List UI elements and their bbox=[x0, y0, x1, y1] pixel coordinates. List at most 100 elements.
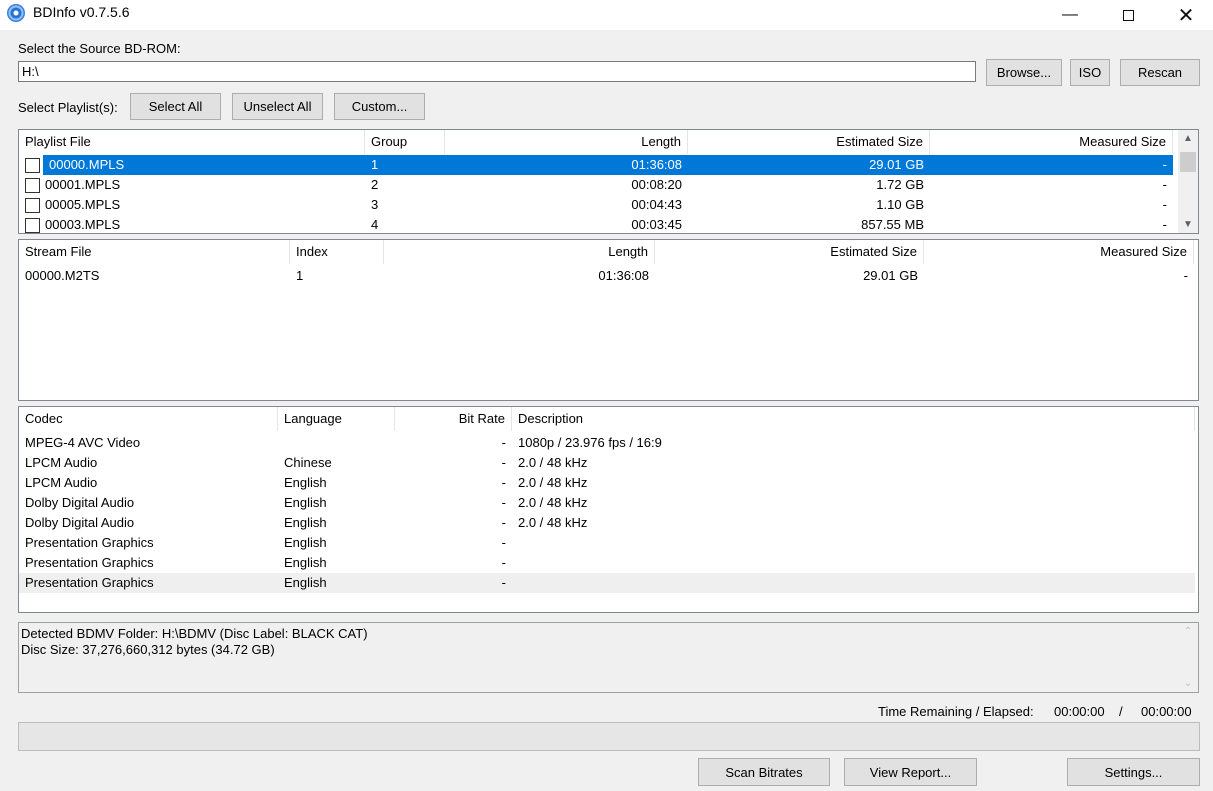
codec-language: English bbox=[284, 575, 327, 590]
scroll-up-icon[interactable]: ▲ bbox=[1178, 130, 1198, 147]
codec-row[interactable]: LPCM Audio English - 2.0 / 48 kHz bbox=[19, 473, 1195, 493]
codec-bit-rate: - bbox=[501, 575, 506, 590]
col-measured-size[interactable]: Measured Size bbox=[924, 240, 1194, 264]
col-language[interactable]: Language bbox=[278, 407, 395, 431]
iso-button[interactable]: ISO bbox=[1070, 59, 1110, 86]
playlist-group: 1 bbox=[365, 155, 445, 175]
stream-row[interactable]: 00000.M2TS 1 01:36:08 29.01 GB - bbox=[19, 266, 1194, 286]
time-status-label: Time Remaining / Elapsed: bbox=[878, 704, 1034, 719]
playlist-row[interactable]: 00005.MPLS 3 00:04:43 1.10 GB - bbox=[19, 195, 1173, 215]
codec-row[interactable]: Presentation Graphics English - bbox=[19, 573, 1195, 593]
info-line: Disc Size: 37,276,660,312 bytes (34.72 G… bbox=[21, 642, 275, 657]
codec-language: English bbox=[284, 535, 327, 550]
playlist-file: 00001.MPLS bbox=[45, 177, 121, 192]
playlist-checkbox[interactable] bbox=[25, 218, 40, 233]
codec-description bbox=[512, 533, 1195, 553]
scroll-down-icon[interactable]: ▼ bbox=[1178, 216, 1198, 233]
codec-bit-rate: - bbox=[501, 555, 506, 570]
col-playlist-file[interactable]: Playlist File bbox=[19, 130, 365, 154]
col-index[interactable]: Index bbox=[290, 240, 384, 264]
playlist-estimated-size: 857.55 MB bbox=[861, 217, 924, 232]
scan-bitrates-button[interactable]: Scan Bitrates bbox=[698, 758, 830, 786]
playlist-checkbox[interactable] bbox=[25, 198, 40, 213]
time-separator: / bbox=[1119, 704, 1123, 719]
codec-bit-rate: - bbox=[501, 455, 506, 470]
codec-language: English bbox=[284, 515, 327, 530]
codec-description bbox=[512, 553, 1195, 573]
codec-name: LPCM Audio bbox=[25, 475, 98, 490]
browse-button[interactable]: Browse... bbox=[986, 59, 1062, 86]
codec-bit-rate: - bbox=[501, 435, 506, 450]
codec-language bbox=[278, 433, 395, 453]
maximize-button[interactable] bbox=[1099, 0, 1157, 30]
scroll-down-icon[interactable]: ⌄ bbox=[1178, 675, 1198, 692]
col-measured-size[interactable]: Measured Size bbox=[930, 130, 1173, 154]
playlist-measured-size: - bbox=[1162, 217, 1167, 232]
stream-index: 1 bbox=[296, 268, 304, 283]
col-estimated-size[interactable]: Estimated Size bbox=[688, 130, 930, 154]
codec-bit-rate: - bbox=[501, 475, 506, 490]
col-stream-file[interactable]: Stream File bbox=[19, 240, 290, 264]
playlist-length: 00:08:20 bbox=[631, 177, 682, 192]
scroll-up-icon[interactable]: ⌃ bbox=[1178, 623, 1198, 640]
playlist-checkbox[interactable] bbox=[25, 178, 40, 193]
codec-row[interactable]: MPEG-4 AVC Video - 1080p / 23.976 fps / … bbox=[19, 433, 1195, 453]
col-bit-rate[interactable]: Bit Rate bbox=[395, 407, 512, 431]
playlist-measured-size: - bbox=[1162, 177, 1167, 192]
stream-list[interactable]: Stream File Index Length Estimated Size … bbox=[18, 239, 1199, 401]
codec-language: Chinese bbox=[284, 455, 332, 470]
close-icon: ✕ bbox=[1177, 4, 1195, 27]
col-group[interactable]: Group bbox=[365, 130, 445, 154]
playlist-file: 00005.MPLS bbox=[45, 197, 121, 212]
window-title: BDInfo v0.7.5.6 bbox=[33, 4, 130, 20]
maximize-icon bbox=[1122, 9, 1134, 21]
col-length[interactable]: Length bbox=[384, 240, 655, 264]
minimize-button[interactable]: — bbox=[1041, 0, 1099, 30]
codec-bit-rate: - bbox=[501, 495, 506, 510]
playlist-group: 3 bbox=[371, 197, 379, 212]
playlist-length: 01:36:08 bbox=[445, 155, 688, 175]
settings-button[interactable]: Settings... bbox=[1067, 758, 1200, 786]
col-length[interactable]: Length bbox=[445, 130, 688, 154]
playlist-length: 00:03:45 bbox=[631, 217, 682, 232]
col-estimated-size[interactable]: Estimated Size bbox=[655, 240, 924, 264]
stream-estimated-size: 29.01 GB bbox=[863, 268, 918, 283]
close-button[interactable]: ✕ bbox=[1157, 0, 1213, 30]
scroll-thumb[interactable] bbox=[1180, 152, 1196, 172]
codec-row[interactable]: Dolby Digital Audio English - 2.0 / 48 k… bbox=[19, 493, 1195, 513]
view-report-button[interactable]: View Report... bbox=[844, 758, 977, 786]
codec-row[interactable]: Dolby Digital Audio English - 2.0 / 48 k… bbox=[19, 513, 1195, 533]
codec-list[interactable]: Codec Language Bit Rate Description MPEG… bbox=[18, 406, 1199, 613]
source-label: Select the Source BD-ROM: bbox=[18, 41, 181, 56]
codec-description: 1080p / 23.976 fps / 16:9 bbox=[518, 435, 662, 450]
col-description[interactable]: Description bbox=[512, 407, 1195, 431]
codec-description bbox=[512, 573, 1195, 593]
col-codec[interactable]: Codec bbox=[19, 407, 278, 431]
playlist-scrollbar[interactable]: ▲ ▼ bbox=[1178, 130, 1198, 233]
minimize-icon: — bbox=[1062, 6, 1078, 23]
custom-button[interactable]: Custom... bbox=[334, 93, 425, 120]
codec-row[interactable]: Presentation Graphics English - bbox=[19, 533, 1195, 553]
codec-name: Presentation Graphics bbox=[25, 555, 154, 570]
source-path-input[interactable]: H:\ bbox=[18, 61, 976, 82]
select-all-button[interactable]: Select All bbox=[130, 93, 221, 120]
rescan-button[interactable]: Rescan bbox=[1120, 59, 1200, 86]
codec-description: 2.0 / 48 kHz bbox=[518, 495, 588, 510]
codec-row[interactable]: LPCM Audio Chinese - 2.0 / 48 kHz bbox=[19, 453, 1195, 473]
playlist-row[interactable]: 00003.MPLS 4 00:03:45 857.55 MB - bbox=[19, 215, 1173, 233]
playlist-list[interactable]: Playlist File Group Length Estimated Siz… bbox=[18, 129, 1199, 234]
playlist-checkbox[interactable] bbox=[25, 158, 40, 173]
playlist-length: 00:04:43 bbox=[631, 197, 682, 212]
codec-description: 2.0 / 48 kHz bbox=[518, 475, 588, 490]
playlist-row[interactable]: 00001.MPLS 2 00:08:20 1.72 GB - bbox=[19, 175, 1173, 195]
disc-icon bbox=[7, 4, 25, 22]
info-scrollbar[interactable]: ⌃ ⌄ bbox=[1178, 623, 1198, 692]
stream-file: 00000.M2TS bbox=[25, 268, 100, 283]
info-text-area[interactable]: Detected BDMV Folder: H:\BDMV (Disc Labe… bbox=[18, 622, 1199, 693]
playlist-file: 00003.MPLS bbox=[45, 217, 121, 232]
playlist-row[interactable]: 00000.MPLS 1 01:36:08 29.01 GB - bbox=[19, 155, 1173, 175]
unselect-all-button[interactable]: Unselect All bbox=[232, 93, 323, 120]
codec-row[interactable]: Presentation Graphics English - bbox=[19, 553, 1195, 573]
codec-name: Dolby Digital Audio bbox=[25, 515, 135, 530]
title-bar: BDInfo v0.7.5.6 — ✕ bbox=[0, 0, 1213, 30]
